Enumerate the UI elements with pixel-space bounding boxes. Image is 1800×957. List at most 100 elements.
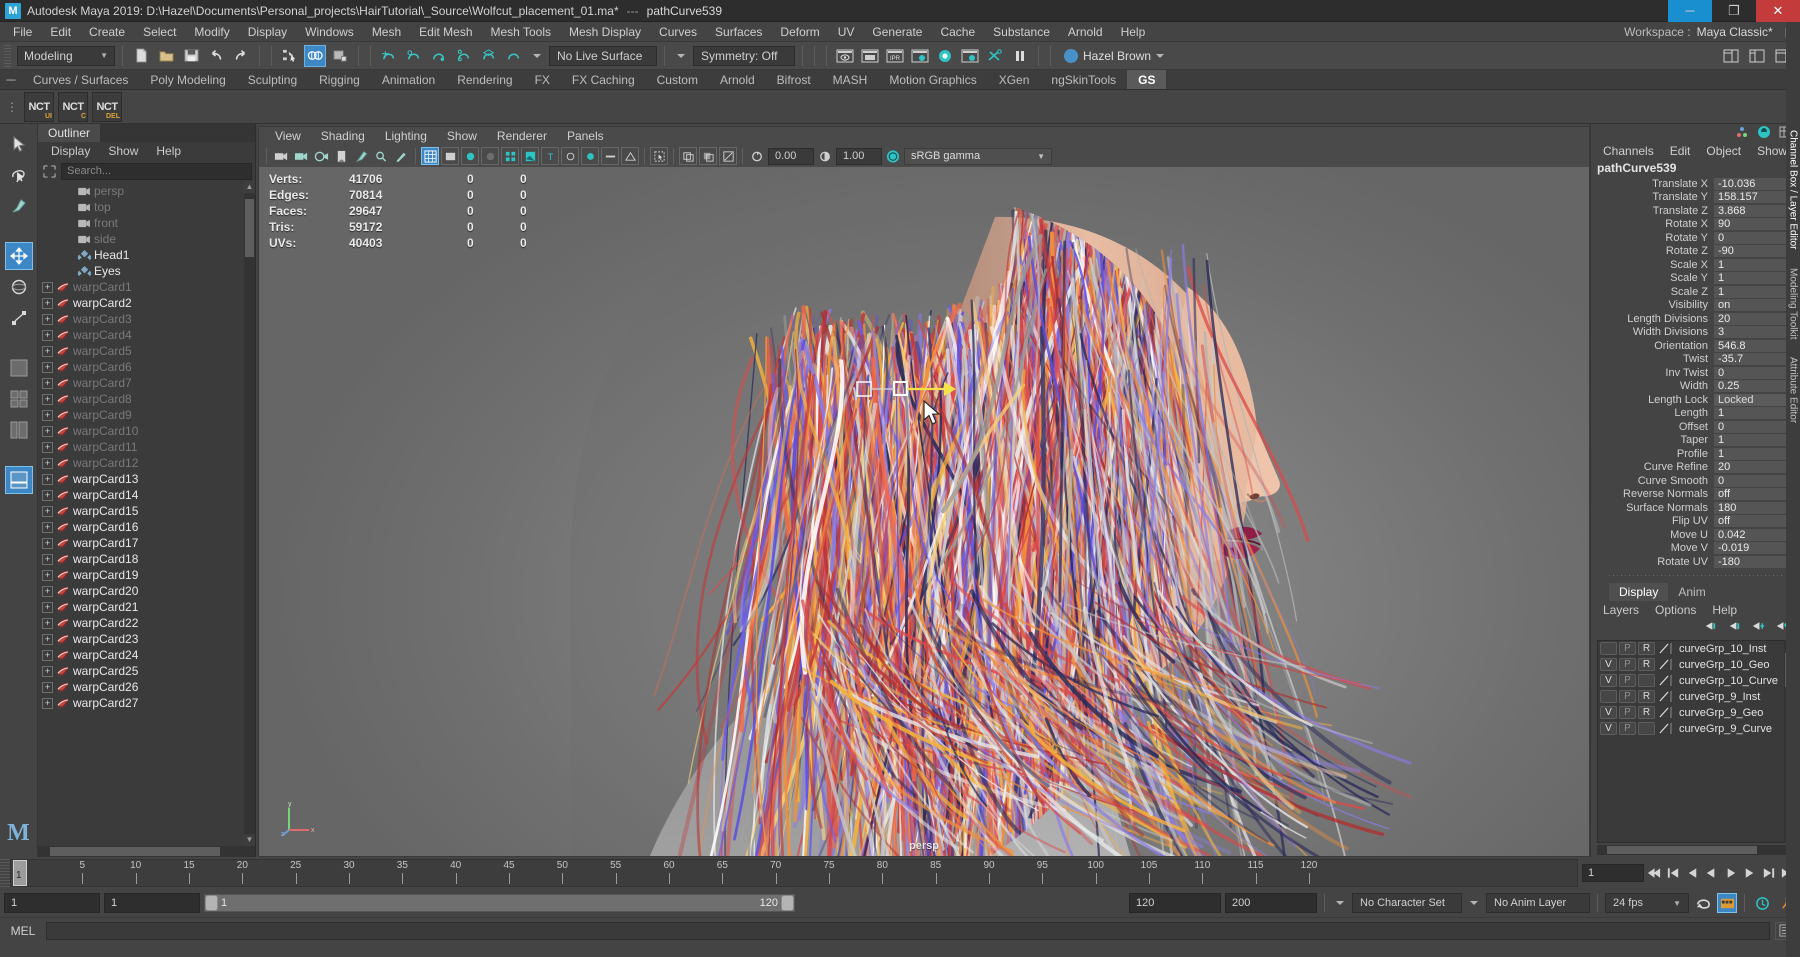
channel-value[interactable]: 0 <box>1714 420 1786 433</box>
channel-value[interactable]: 1 <box>1714 285 1786 298</box>
outliner-vertical-scrollbar[interactable]: ▲ ▼ <box>244 181 255 846</box>
channel-value[interactable]: -10.036 <box>1714 177 1786 190</box>
step-forward-frame-icon[interactable] <box>1741 864 1758 882</box>
channel-value[interactable]: 20 <box>1714 461 1786 474</box>
channel-row-inv-twist[interactable]: Inv Twist 0 <box>1591 366 1800 380</box>
wireframe-shading-icon[interactable] <box>421 147 439 165</box>
expand-toggle-icon[interactable]: + <box>42 457 53 469</box>
expand-toggle-icon[interactable]: + <box>42 297 53 309</box>
expand-toggle-icon[interactable]: + <box>42 649 53 661</box>
move-tool[interactable] <box>4 242 33 270</box>
channel-value[interactable]: 158.157 <box>1714 191 1786 204</box>
viewport-menu-renderer[interactable]: Renderer <box>487 127 557 146</box>
layer-menu-help[interactable]: Help <box>1704 601 1745 619</box>
render-sequence-icon[interactable] <box>859 45 881 67</box>
layer-color-swatch[interactable] <box>1657 674 1673 687</box>
shelf-tab-sculpting[interactable]: Sculpting <box>237 70 308 89</box>
open-scene-icon[interactable] <box>155 45 177 67</box>
panel-splitter[interactable] <box>1609 571 1782 580</box>
channel-value[interactable]: -0.019 <box>1714 542 1786 555</box>
play-forwards-icon[interactable] <box>1722 864 1739 882</box>
expand-toggle-icon[interactable]: + <box>42 697 53 709</box>
xray-icon[interactable] <box>679 147 697 165</box>
layer-color-swatch[interactable] <box>1657 642 1673 655</box>
menu-item-surfaces[interactable]: Surfaces <box>706 22 771 42</box>
outliner-item-warpcard12[interactable]: + warpCard12 <box>38 455 244 471</box>
step-back-keyframe-icon[interactable] <box>1665 864 1682 882</box>
time-cursor[interactable]: 1 <box>13 860 27 886</box>
use-all-lights-icon[interactable]: T <box>541 147 559 165</box>
animation-start-time-field[interactable]: 1 <box>4 893 100 913</box>
outliner-item-warpcard7[interactable]: + warpCard7 <box>38 375 244 391</box>
layer-visibility-toggle[interactable]: V <box>1600 706 1617 719</box>
shelf-handle-icon[interactable]: ⋮ <box>4 100 20 114</box>
layer-tab-display[interactable]: Display <box>1609 582 1669 601</box>
layer-hscrollbar-thumb[interactable] <box>1607 846 1757 854</box>
hypershade-icon[interactable] <box>934 45 956 67</box>
channel-value[interactable]: 0 <box>1714 474 1786 487</box>
command-language-label[interactable]: MEL <box>5 924 41 938</box>
channel-row-move-u[interactable]: Move U 0.042 <box>1591 528 1800 542</box>
shelf-button-nct-c[interactable]: NCT C <box>58 91 88 122</box>
outliner-item-head1[interactable]: Head1 <box>38 247 244 263</box>
select-tool[interactable] <box>5 130 33 158</box>
layer-reference-toggle[interactable]: R <box>1638 690 1655 703</box>
channelbox-menu-object[interactable]: Object <box>1698 142 1749 161</box>
xray-joints-icon[interactable] <box>699 147 717 165</box>
command-input[interactable] <box>46 921 1770 940</box>
shelf-tab-bifrost[interactable]: Bifrost <box>766 70 822 89</box>
minimize-button[interactable]: ─ <box>1668 0 1712 22</box>
expand-toggle-icon[interactable]: + <box>42 345 53 357</box>
layer-row[interactable]: V P RcurveGrp_9_Geo <box>1598 705 1784 721</box>
expand-toggle-icon[interactable]: + <box>42 521 53 533</box>
layer-reference-toggle[interactable]: R <box>1638 642 1655 655</box>
channel-row-move-v[interactable]: Move V -0.019 <box>1591 542 1800 556</box>
attribute-editor-icon[interactable] <box>1756 125 1772 142</box>
animation-end-time-field[interactable]: 200 <box>1225 893 1317 913</box>
expand-toggle-icon[interactable]: + <box>42 553 53 565</box>
channel-value[interactable]: 180 <box>1714 501 1786 514</box>
step-back-frame-icon[interactable] <box>1684 864 1701 882</box>
pause-render-icon[interactable] <box>1009 45 1031 67</box>
menu-item-deform[interactable]: Deform <box>771 22 828 42</box>
channel-row-surface-normals[interactable]: Surface Normals 180 <box>1591 501 1800 515</box>
channel-value[interactable]: 0 <box>1714 366 1786 379</box>
hscrollbar-thumb[interactable] <box>50 847 220 856</box>
outliner-item-front[interactable]: front <box>38 215 244 231</box>
layer-tab-anim[interactable]: Anim <box>1668 583 1715 601</box>
menu-item-mesh[interactable]: Mesh <box>363 22 410 42</box>
expand-toggle-icon[interactable]: + <box>42 569 53 581</box>
single-perspective-layout-button[interactable] <box>5 354 33 382</box>
menuset-dropdown[interactable]: Modeling ▼ <box>17 45 115 66</box>
snap-to-curve-icon[interactable] <box>403 45 425 67</box>
outliner-item-warpcard2[interactable]: + warpCard2 <box>38 295 244 311</box>
wireframe-on-shaded-icon[interactable] <box>501 147 519 165</box>
channel-row-length-divisions[interactable]: Length Divisions 20 <box>1591 312 1800 326</box>
tab-outliner[interactable]: Outliner <box>38 124 101 142</box>
menu-item-modify[interactable]: Modify <box>185 22 238 42</box>
expand-toggle-icon[interactable]: + <box>42 441 53 453</box>
expand-toggle-icon[interactable]: + <box>42 313 53 325</box>
scrollbar-thumb[interactable] <box>245 199 254 257</box>
ipr-render-icon[interactable]: IPR <box>884 45 906 67</box>
select-by-component-icon[interactable] <box>329 45 351 67</box>
outliner-item-warpcard5[interactable]: + warpCard5 <box>38 343 244 359</box>
layer-visibility-toggle[interactable]: V <box>1600 722 1617 735</box>
close-button[interactable]: ✕ <box>1756 0 1800 22</box>
bookmark-camera-icon[interactable] <box>312 147 330 165</box>
channel-row-flip-uv[interactable]: Flip UV off <box>1591 515 1800 529</box>
channel-value[interactable]: 3 <box>1714 326 1786 339</box>
menu-item-display[interactable]: Display <box>239 22 296 42</box>
layer-list-hscrollbar[interactable] <box>1597 845 1796 855</box>
channel-row-width[interactable]: Width 0.25 <box>1591 380 1800 394</box>
move-layer-down-icon[interactable] <box>1727 620 1742 635</box>
snap-to-grid-icon[interactable] <box>378 45 400 67</box>
layer-reference-toggle[interactable] <box>1638 722 1655 735</box>
show-attribute-editor-icon[interactable] <box>1720 45 1742 67</box>
image-plane-icon[interactable] <box>332 147 350 165</box>
channel-value[interactable]: 0.25 <box>1714 380 1786 393</box>
search-input[interactable] <box>61 162 252 180</box>
paint-select-tool[interactable] <box>5 192 33 220</box>
save-scene-icon[interactable] <box>180 45 202 67</box>
character-set-field[interactable]: No Character Set <box>1352 893 1462 913</box>
